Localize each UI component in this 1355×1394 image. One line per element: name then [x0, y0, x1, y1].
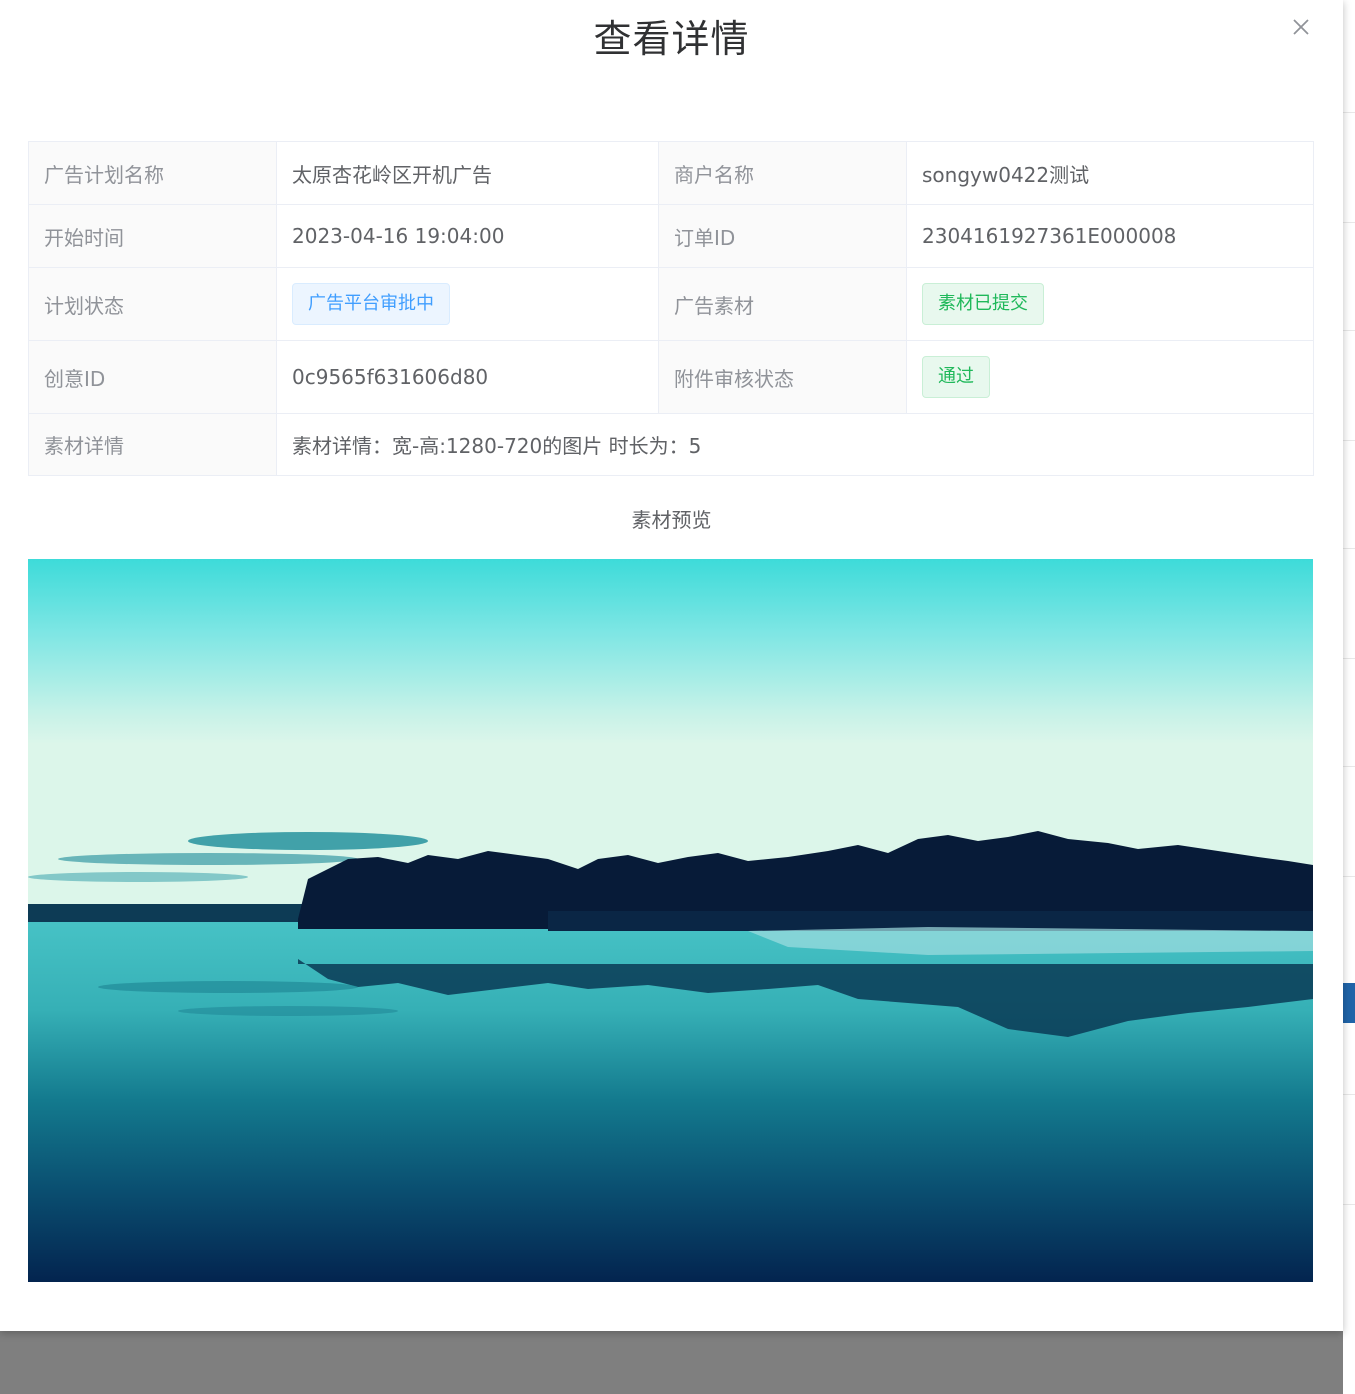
plan-name-value: 太原杏花岭区开机广告: [276, 141, 659, 205]
close-icon[interactable]: [1290, 16, 1312, 38]
start-time-label: 开始时间: [28, 204, 277, 268]
order-id-label: 订单ID: [658, 204, 907, 268]
background-page-edge: [1343, 0, 1355, 1394]
attachment-status-label: 附件审核状态: [658, 340, 907, 414]
order-id-value: 2304161927361E000008: [906, 204, 1314, 268]
creative-id-label: 创意ID: [28, 340, 277, 414]
creative-id-value: 0c9565f631606d80: [276, 340, 659, 414]
material-detail-value: 素材详情：宽-高:1280-720的图片 时长为：5: [276, 413, 1314, 476]
material-detail-label: 素材详情: [28, 413, 277, 476]
attachment-status-tag: 通过: [922, 356, 990, 398]
detail-table: 广告计划名称 太原杏花岭区开机广告 商户名称 songyw0422测试 开始时间…: [28, 141, 1314, 476]
background-side-tab: [1343, 983, 1355, 1023]
table-row: 开始时间 2023-04-16 19:04:00 订单ID 2304161927…: [28, 204, 1314, 268]
detail-dialog: 查看详情 广告计划名称 太原杏花岭区开机广告 商户名称 songyw0422测试…: [0, 0, 1343, 1331]
table-row: 素材详情 素材详情：宽-高:1280-720的图片 时长为：5: [28, 413, 1314, 476]
plan-status-label: 计划状态: [28, 267, 277, 341]
ad-material-tag: 素材已提交: [922, 283, 1044, 325]
dialog-title: 查看详情: [593, 17, 750, 61]
merchant-value: songyw0422测试: [906, 141, 1314, 205]
start-time-value: 2023-04-16 19:04:00: [276, 204, 659, 268]
material-preview-image: [28, 559, 1313, 1282]
preview-title: 素材预览: [631, 508, 712, 532]
table-row: 广告计划名称 太原杏花岭区开机广告 商户名称 songyw0422测试: [28, 141, 1314, 205]
merchant-label: 商户名称: [658, 141, 907, 205]
plan-status-tag: 广告平台审批中: [292, 283, 450, 325]
plan-name-label: 广告计划名称: [28, 141, 277, 205]
table-row: 计划状态 广告平台审批中 广告素材 素材已提交: [28, 267, 1314, 341]
table-row: 创意ID 0c9565f631606d80 附件审核状态 通过: [28, 340, 1314, 414]
ad-material-label: 广告素材: [658, 267, 907, 341]
